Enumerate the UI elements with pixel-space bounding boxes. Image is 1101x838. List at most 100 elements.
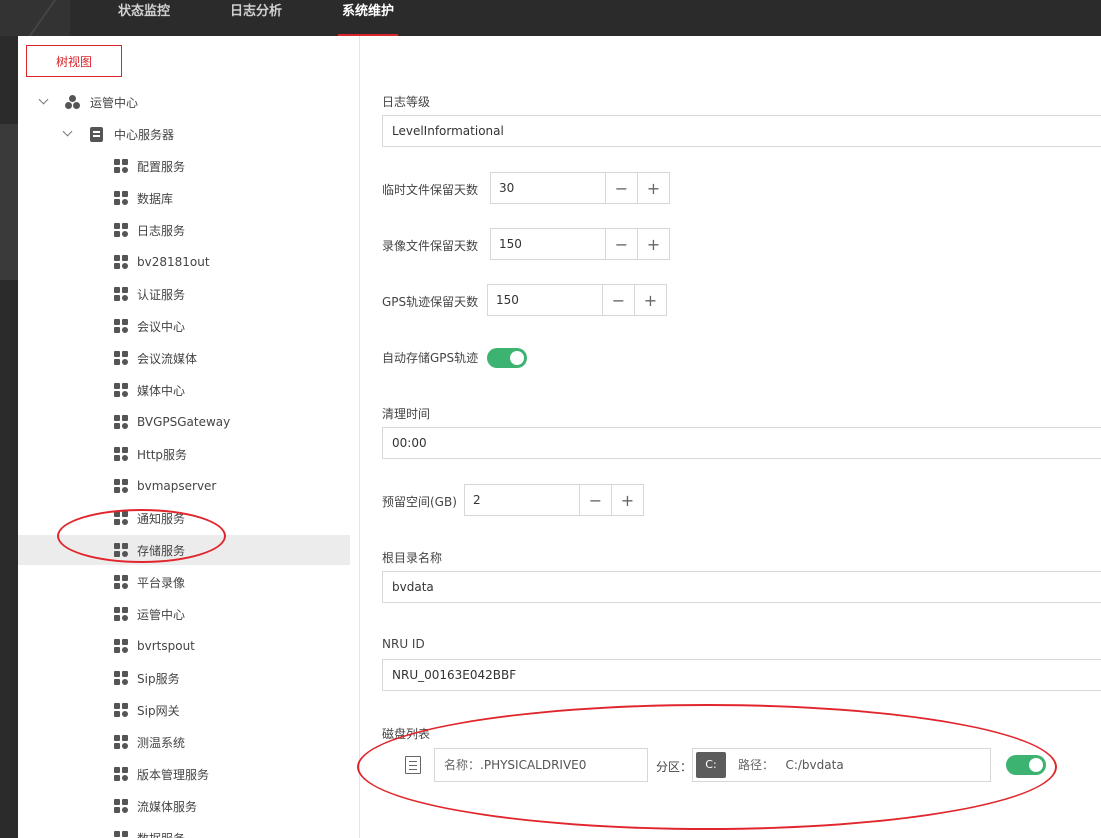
grid-icon	[114, 191, 128, 205]
chevron-down-icon[interactable]	[62, 128, 74, 140]
sidebar-item-label: 日志服务	[137, 223, 186, 238]
path-label: 路径：	[738, 758, 775, 772]
sidebar-item-label: 通知服务	[137, 511, 186, 526]
sidebar-item-service[interactable]: 媒体中心	[18, 375, 350, 405]
sidebar-item-service[interactable]: 数据库	[18, 183, 350, 213]
tree-node-server[interactable]: 中心服务器	[18, 119, 350, 149]
record-days-stepper[interactable]: 150 − +	[490, 228, 670, 260]
chevron-down-icon[interactable]	[38, 96, 50, 108]
plus-button[interactable]: +	[637, 173, 669, 203]
top-nav: 状态监控 日志分析 系统维护	[0, 0, 1101, 36]
sidebar-item-label: BVGPSGateway	[137, 415, 231, 429]
disk-list-label: 磁盘列表	[382, 727, 431, 741]
clean-time-input[interactable]: 00:00	[382, 427, 1101, 459]
sidebar-item-service[interactable]: 平台录像	[18, 567, 350, 597]
grid-icon	[114, 351, 128, 365]
sidebar-item-service[interactable]: 运管中心	[18, 599, 350, 629]
grid-icon	[114, 543, 128, 557]
root-dir-input[interactable]: bvdata	[382, 571, 1101, 603]
plus-button[interactable]: +	[634, 285, 666, 315]
tree-node-root[interactable]: 运管中心	[18, 87, 350, 117]
sidebar-item-label: Sip服务	[137, 671, 180, 686]
temp-days-label: 临时文件保留天数	[382, 183, 479, 197]
sidebar-item-service[interactable]: 认证服务	[18, 279, 350, 309]
grid-icon	[114, 607, 128, 621]
log-level-select[interactable]: LevelInformational	[382, 115, 1101, 147]
disk-name-value: .PHYSICALDRIVE0	[480, 758, 587, 772]
sidebar-item-label: bvrtspout	[137, 639, 195, 653]
grid-icon	[114, 831, 128, 838]
grid-icon	[114, 159, 128, 173]
sidebar-item-service[interactable]: 通知服务	[18, 503, 350, 533]
log-level-label: 日志等级	[382, 95, 431, 109]
grid-icon	[114, 767, 128, 781]
nav-logo-strip	[0, 0, 70, 36]
sidebar-item-service[interactable]: 流媒体服务	[18, 791, 350, 821]
tree-node-label: 运管中心	[90, 95, 139, 110]
sidebar: 树视图 运管中心 中心服务器 配置服务数据库日志服务 bv28181out 认证服务…	[18, 36, 360, 838]
grid-icon	[114, 479, 128, 493]
sidebar-item-service[interactable]: Sip网关	[18, 695, 350, 725]
sidebar-item-service[interactable]: 日志服务	[18, 215, 350, 245]
sidebar-item-service[interactable]: 会议流媒体	[18, 343, 350, 373]
left-edge-panel	[0, 36, 18, 838]
gps-days-stepper[interactable]: 150 − +	[487, 284, 667, 316]
grid-icon	[114, 319, 128, 333]
sidebar-item-service[interactable]: 版本管理服务	[18, 759, 350, 789]
minus-button[interactable]: −	[605, 173, 637, 203]
grid-icon	[114, 511, 128, 525]
auto-gps-label: 自动存储GPS轨迹	[382, 351, 479, 365]
auto-gps-toggle[interactable]	[487, 348, 527, 368]
grid-icon	[114, 735, 128, 749]
drive-chip[interactable]: C:	[696, 752, 726, 778]
sidebar-item-label: Sip网关	[137, 703, 180, 718]
nru-id-label: NRU ID	[382, 637, 425, 651]
tab-log-analysis[interactable]: 日志分析	[230, 0, 282, 36]
sidebar-item-service[interactable]: bvrtspout	[18, 631, 350, 661]
sidebar-item-label: 存储服务	[137, 543, 186, 558]
sidebar-item-label: 媒体中心	[137, 383, 186, 398]
grid-icon	[114, 287, 128, 301]
plus-button[interactable]: +	[611, 485, 643, 515]
gps-days-label: GPS轨迹保留天数	[382, 295, 479, 309]
disk-path-field[interactable]: 路径： C:/bvdata	[692, 748, 991, 782]
sidebar-item-label: 测温系统	[137, 735, 186, 750]
gps-days-value[interactable]: 150	[488, 285, 602, 315]
sidebar-item-service[interactable]: BVGPSGateway	[18, 407, 350, 437]
temp-days-stepper[interactable]: 30 − +	[490, 172, 670, 204]
minus-button[interactable]: −	[605, 229, 637, 259]
reserve-space-value[interactable]: 2	[465, 485, 579, 515]
record-days-value[interactable]: 150	[491, 229, 605, 259]
tab-status-monitor[interactable]: 状态监控	[118, 0, 170, 36]
cluster-icon	[65, 95, 81, 109]
sidebar-item-service[interactable]: 配置服务	[18, 151, 350, 181]
sidebar-item-label: 会议中心	[137, 319, 186, 334]
grid-icon	[114, 447, 128, 461]
sidebar-item-service[interactable]: bvmapserver	[18, 471, 350, 501]
nru-id-input[interactable]: NRU_00163E042BBF	[382, 659, 1101, 691]
sidebar-item-service[interactable]: bv28181out	[18, 247, 350, 277]
plus-button[interactable]: +	[637, 229, 669, 259]
sidebar-item-service[interactable]: Sip服务	[18, 663, 350, 693]
grid-icon	[114, 383, 128, 397]
sidebar-item-service[interactable]: 存储服务	[18, 535, 350, 565]
sidebar-item-label: 数据服务	[137, 830, 185, 838]
clean-time-label: 清理时间	[382, 407, 431, 421]
disk-name-field[interactable]: 名称：.PHYSICALDRIVE0	[434, 748, 648, 782]
sidebar-item-service[interactable]: 测温系统	[18, 727, 350, 757]
temp-days-value[interactable]: 30	[491, 173, 605, 203]
disk-enabled-toggle[interactable]	[1006, 755, 1046, 775]
minus-button[interactable]: −	[579, 485, 611, 515]
grid-icon	[114, 703, 128, 717]
sidebar-item-label: 配置服务	[137, 159, 186, 174]
sidebar-item-service[interactable]: 数据服务	[18, 823, 350, 838]
minus-button[interactable]: −	[602, 285, 634, 315]
document-icon[interactable]	[405, 756, 421, 774]
tab-system-maintenance[interactable]: 系统维护	[337, 0, 399, 36]
sidebar-item-service[interactable]: 会议中心	[18, 311, 350, 341]
sidebar-item-label: 版本管理服务	[137, 767, 210, 782]
grid-icon	[114, 799, 128, 813]
tree-view-button[interactable]: 树视图	[26, 45, 122, 77]
sidebar-item-service[interactable]: Http服务	[18, 439, 350, 469]
reserve-space-stepper[interactable]: 2 − +	[464, 484, 644, 516]
